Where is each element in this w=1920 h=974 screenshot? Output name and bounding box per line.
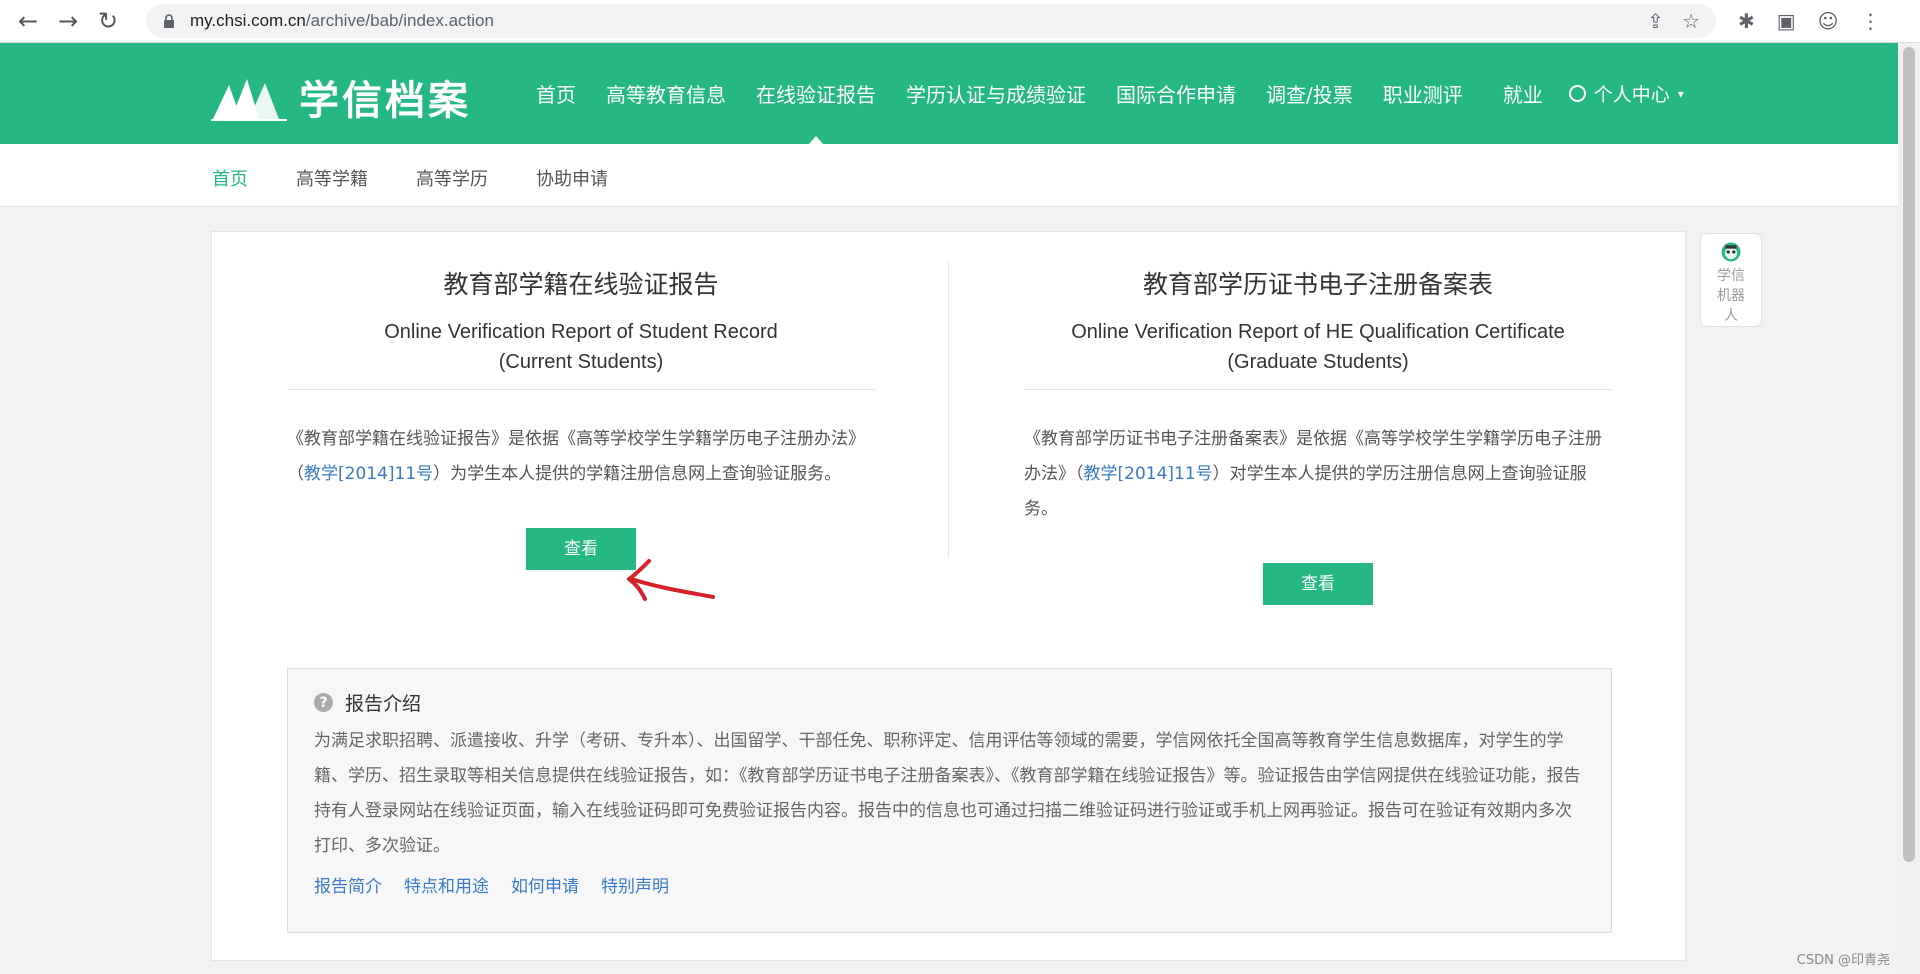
report-intro-box: ? 报告介绍 为满足求职招聘、派遣接收、升学（考研、专升本）、出国留学、干部任免… — [287, 668, 1612, 933]
regulation-link[interactable]: 教学[2014]11号 — [304, 464, 433, 484]
extensions-icon[interactable]: ✱ — [1738, 9, 1755, 33]
nav-employment[interactable]: 就业 — [1503, 43, 1543, 144]
url-domain: my.chsi.com.cn — [190, 11, 306, 30]
logo-text: 学信档案 — [299, 78, 471, 124]
scrollbar-thumb[interactable] — [1903, 47, 1915, 862]
qualification-panel: 教育部学历证书电子注册备案表 Online Verification Repor… — [1024, 232, 1612, 605]
main-card: 教育部学籍在线验证报告 Online Verification Report o… — [211, 231, 1686, 961]
subnav-student-record[interactable]: 高等学籍 — [296, 165, 368, 191]
chevron-down-icon: ▾ — [1677, 86, 1684, 101]
view-qualification-button[interactable]: 查看 — [1263, 563, 1373, 605]
intro-links: 报告简介 特点和用途 如何申请 特别声明 — [314, 872, 1585, 897]
url-path: /archive/bab/index.action — [305, 11, 494, 30]
nav-international[interactable]: 国际合作申请 — [1116, 43, 1236, 144]
panel-subtitle-line2: (Graduate Students) — [1227, 351, 1409, 373]
nav-higher-edu-info[interactable]: 高等教育信息 — [606, 43, 726, 144]
user-center-label: 个人中心 — [1593, 84, 1670, 106]
share-icon[interactable]: ⇪ — [1647, 9, 1664, 33]
logo-book-icon — [211, 79, 287, 121]
menu-kebab-icon[interactable]: ⋮ — [1861, 9, 1881, 33]
profile-avatar-icon[interactable]: ☺ — [1818, 9, 1839, 33]
watermark: CSDN @印青尧 — [1796, 953, 1890, 968]
subnav-assist-apply[interactable]: 协助申请 — [536, 165, 608, 191]
divider — [1024, 389, 1612, 390]
side-panel-icon[interactable]: ▣ — [1777, 9, 1796, 33]
view-student-record-button[interactable]: 查看 — [526, 528, 636, 570]
bookmark-star-icon[interactable]: ☆ — [1682, 9, 1700, 33]
link-disclaimer[interactable]: 特别声明 — [601, 872, 669, 897]
question-icon: ? — [314, 693, 333, 712]
red-arrow-annotation — [627, 559, 715, 601]
panel-subtitle-line2: (Current Students) — [498, 351, 664, 373]
desc-text: ）为学生本人提供的学籍注册信息网上查询验证服务。 — [433, 464, 842, 484]
panel-title: 教育部学历证书电子注册备案表 — [1142, 270, 1493, 299]
nav-career-test[interactable]: 职业测评 — [1383, 43, 1463, 144]
panel-description: 《教育部学籍在线验证报告》是依据《高等学校学生学籍学历电子注册办法》（教学[20… — [287, 422, 875, 492]
link-report-brief[interactable]: 报告简介 — [314, 872, 382, 897]
user-center-menu[interactable]: 个人中心 ▾ — [1568, 80, 1684, 107]
panel-subtitle-line1: Online Verification Report of Student Re… — [384, 321, 778, 343]
regulation-link[interactable]: 教学[2014]11号 — [1084, 464, 1213, 484]
nav-online-verification[interactable]: 在线验证报告 — [756, 43, 876, 145]
sub-nav: 首页 高等学籍 高等学历 协助申请 — [0, 144, 1898, 207]
nav-certification[interactable]: 学历认证与成绩验证 — [906, 43, 1086, 144]
robot-label: 学信机器人 — [1717, 268, 1745, 324]
url-text: my.chsi.com.cn/archive/bab/index.action — [190, 11, 494, 31]
panel-subtitle-en: Online Verification Report of Student Re… — [287, 317, 875, 377]
divider — [287, 389, 875, 390]
forward-icon[interactable]: → — [48, 1, 88, 41]
intro-text: 为满足求职招聘、派遣接收、升学（考研、专升本）、出国留学、干部任免、职称评定、信… — [314, 731, 1581, 856]
panel-title: 教育部学籍在线验证报告 — [443, 270, 719, 299]
nav-home[interactable]: 首页 — [536, 43, 576, 144]
user-icon — [1568, 85, 1586, 102]
intro-title: 报告介绍 — [345, 693, 422, 715]
page-scrollbar[interactable] — [1898, 43, 1920, 974]
chat-robot-widget[interactable]: 学信机器人 — [1700, 233, 1762, 327]
link-features[interactable]: 特点和用途 — [404, 872, 489, 897]
subnav-qualification[interactable]: 高等学历 — [416, 165, 488, 191]
lock-icon — [162, 14, 176, 28]
main-nav: 首页 高等教育信息 在线验证报告 学历认证与成绩验证 国际合作申请 调查/投票 … — [536, 43, 1684, 145]
reload-icon[interactable]: ↻ — [88, 1, 128, 41]
site-header: 学信档案 首页 高等教育信息 在线验证报告 学历认证与成绩验证 国际合作申请 调… — [0, 43, 1898, 145]
robot-avatar-icon — [1721, 242, 1741, 262]
intro-header: ? 报告介绍 — [314, 689, 1585, 716]
browser-toolbar: ← → ↻ my.chsi.com.cn/archive/bab/index.a… — [0, 0, 1920, 43]
student-record-panel: 教育部学籍在线验证报告 Online Verification Report o… — [287, 232, 875, 570]
nav-survey[interactable]: 调查/投票 — [1266, 43, 1353, 144]
panel-description: 《教育部学历证书电子注册备案表》是依据《高等学校学生学籍学历电子注册办法》（教学… — [1024, 422, 1612, 527]
panel-subtitle-en: Online Verification Report of HE Qualifi… — [1024, 317, 1612, 377]
link-how-to-apply[interactable]: 如何申请 — [511, 872, 579, 897]
address-bar[interactable]: my.chsi.com.cn/archive/bab/index.action … — [146, 4, 1716, 38]
column-divider — [948, 262, 949, 558]
site-logo[interactable]: 学信档案 — [211, 68, 471, 126]
subnav-home[interactable]: 首页 — [212, 165, 248, 191]
panel-subtitle-line1: Online Verification Report of HE Qualifi… — [1071, 321, 1565, 343]
back-icon[interactable]: ← — [8, 1, 48, 41]
